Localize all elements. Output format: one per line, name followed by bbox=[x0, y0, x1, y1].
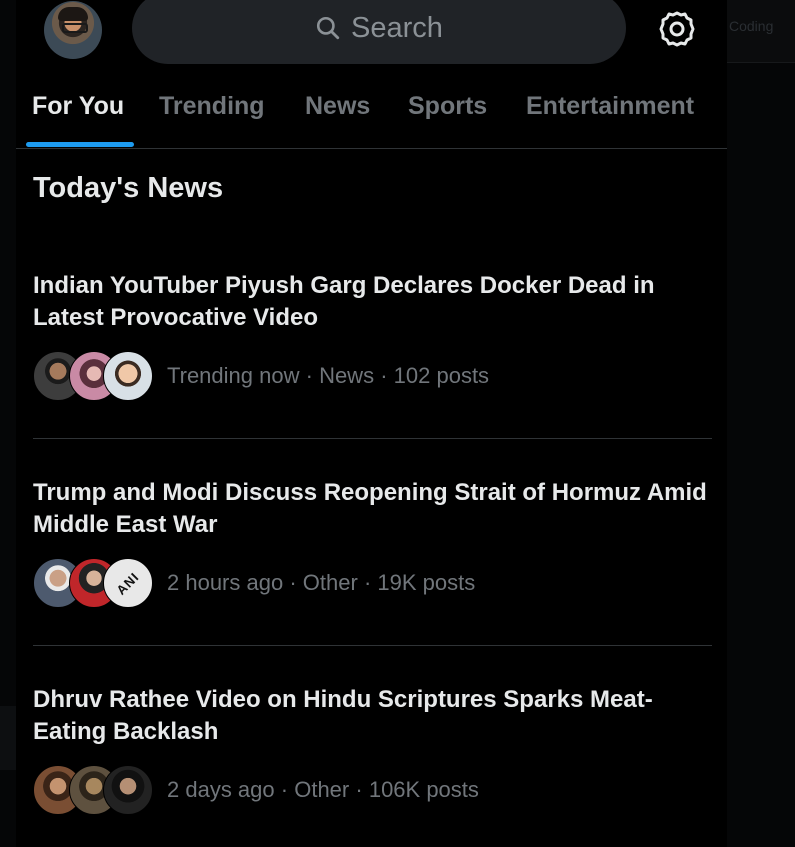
news-meta: 2 days ago · Other · 106K posts bbox=[167, 777, 479, 802]
news-category: Other bbox=[294, 777, 350, 802]
search-icon bbox=[316, 16, 340, 40]
background-ghost-block bbox=[0, 706, 16, 770]
news-headline: Indian YouTuber Piyush Garg Declares Doc… bbox=[33, 272, 655, 331]
tab-bar: For You Trending News Sports Entertainme… bbox=[16, 80, 727, 148]
avatar-stack bbox=[33, 765, 153, 815]
news-post-count: 19K posts bbox=[377, 570, 476, 595]
news-item[interactable]: Dhruv Rathee Video on Hindu Scriptures S… bbox=[33, 684, 713, 816]
news-item[interactable]: Trump and Modi Discuss Reopening Strait … bbox=[33, 477, 713, 609]
side-ghost-label: Coding bbox=[729, 18, 774, 34]
tab-trending[interactable]: Trending bbox=[159, 92, 265, 121]
search-bar[interactable]: Search bbox=[132, 0, 626, 64]
tabs-divider bbox=[16, 148, 727, 149]
news-divider bbox=[33, 438, 712, 439]
ani-logo-avatar: ANI bbox=[103, 558, 153, 608]
news-divider bbox=[33, 645, 712, 646]
news-category: Other bbox=[302, 570, 358, 595]
news-time: Trending now bbox=[167, 363, 300, 388]
news-meta-row: 2 days ago · Other · 106K posts bbox=[33, 765, 479, 815]
background-right-edge bbox=[727, 0, 795, 847]
news-headline: Trump and Modi Discuss Reopening Strait … bbox=[33, 479, 707, 538]
news-meta-row: Trending now · News · 102 posts bbox=[33, 351, 489, 401]
news-meta: Trending now · News · 102 posts bbox=[167, 363, 490, 388]
search-placeholder: Search bbox=[351, 11, 443, 44]
avatar-stack: ANI bbox=[33, 558, 153, 608]
active-tab-indicator bbox=[26, 142, 134, 147]
news-headline: Dhruv Rathee Video on Hindu Scriptures S… bbox=[33, 686, 653, 745]
news-meta-row: ANI 2 hours ago · Other · 19K posts bbox=[33, 558, 475, 608]
avatar bbox=[103, 765, 153, 815]
news-meta: 2 hours ago · Other · 19K posts bbox=[167, 570, 476, 595]
news-post-count: 106K posts bbox=[368, 777, 479, 802]
ani-badge-text: ANI bbox=[113, 568, 143, 598]
news-item[interactable]: Indian YouTuber Piyush Garg Declares Doc… bbox=[33, 270, 713, 402]
news-post-count: 102 posts bbox=[393, 363, 490, 388]
section-title: Today's News bbox=[33, 172, 224, 204]
tab-entertainment[interactable]: Entertainment bbox=[526, 92, 694, 121]
avatar bbox=[103, 351, 153, 401]
avatar-stack bbox=[33, 351, 153, 401]
news-category: News bbox=[319, 363, 375, 388]
gear-icon[interactable] bbox=[656, 8, 698, 50]
news-time: 2 hours ago bbox=[167, 570, 284, 595]
tab-news[interactable]: News bbox=[305, 92, 370, 121]
profile-avatar[interactable] bbox=[44, 1, 102, 59]
tab-sports[interactable]: Sports bbox=[408, 92, 487, 121]
news-time: 2 days ago bbox=[167, 777, 275, 802]
tab-for-you[interactable]: For You bbox=[32, 92, 124, 121]
